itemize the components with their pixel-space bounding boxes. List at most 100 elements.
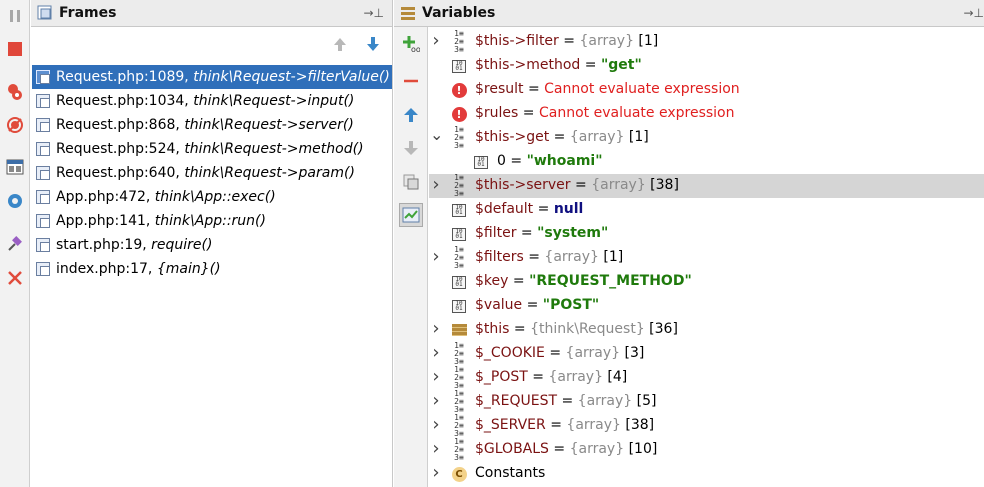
move-up-icon[interactable] — [403, 107, 419, 127]
show-watches-icon[interactable] — [399, 203, 423, 227]
variable-name: $this->method — [475, 57, 581, 73]
frame-icon — [36, 118, 50, 132]
variable-count: [4] — [602, 369, 628, 385]
variable-equals: = — [522, 297, 543, 313]
variable-row[interactable]: 10 01 0 = "whoami" — [429, 150, 984, 174]
variable-row[interactable]: › C Constants — [429, 462, 984, 486]
frame-method: think\Request->filterValue() — [193, 69, 390, 85]
variable-name: $this — [475, 321, 510, 337]
frame-location: Request.php:524, — [56, 141, 180, 157]
constants-icon: C — [451, 466, 467, 482]
expand-arrow-icon[interactable]: › — [430, 246, 442, 267]
pause-icon[interactable] — [4, 5, 26, 27]
move-down-icon[interactable] — [403, 140, 419, 160]
variable-row[interactable]: › 1≡ 2≡ 3≡ $this->server = {array} [38] — [429, 174, 984, 198]
variable-type: {think\Request} — [530, 321, 645, 337]
frame-item[interactable]: App.php:472, think\App::exec() — [32, 185, 392, 209]
restore-layout-icon[interactable] — [4, 156, 26, 178]
expand-arrow-icon[interactable]: › — [430, 342, 442, 363]
frames-icon — [37, 5, 52, 20]
variable-count: [1] — [624, 129, 649, 145]
frame-item[interactable]: Request.php:1034, think\Request->input() — [32, 89, 392, 113]
expand-arrow-icon[interactable]: › — [430, 318, 442, 339]
variable-row[interactable]: 10 01 $default = null — [429, 198, 984, 222]
pin-icon[interactable] — [4, 233, 26, 255]
variable-row[interactable]: › 1≡ 2≡ 3≡ $_POST = {array} [4] — [429, 366, 984, 390]
variable-value: "system" — [537, 225, 609, 241]
frame-icon — [36, 70, 50, 84]
remove-watch-icon[interactable] — [403, 73, 419, 93]
variable-name: $result — [475, 81, 524, 97]
variable-type: {array} — [544, 249, 599, 265]
variable-row[interactable]: › 1≡ 2≡ 3≡ $filters = {array} [1] — [429, 246, 984, 270]
variables-toolbar: oo — [394, 27, 428, 487]
variable-name: $default — [475, 201, 534, 217]
variable-equals: = — [544, 345, 566, 361]
expand-arrow-icon[interactable]: › — [430, 438, 442, 459]
frame-icon — [36, 262, 50, 276]
expand-arrow-icon[interactable]: › — [430, 462, 442, 483]
variable-row[interactable]: ⌄ 1≡ 2≡ 3≡ $this->get = {array} [1] — [429, 125, 984, 150]
variable-row[interactable]: › 1≡ 2≡ 3≡ $_SERVER = {array} [38] — [429, 414, 984, 438]
arrow-down-icon[interactable] — [365, 36, 381, 56]
array-icon: 1≡ 2≡ 3≡ — [454, 389, 464, 414]
frame-method: think\Request->server() — [184, 117, 354, 133]
variable-row[interactable]: 10 01 $this->method = "get" — [429, 54, 984, 78]
variable-type: {array} — [569, 129, 625, 145]
variable-value: "whoami" — [526, 153, 603, 169]
variable-row[interactable]: › $this = {think\Request} [36] — [429, 318, 984, 342]
variable-value: Cannot evaluate expression — [544, 81, 740, 97]
variable-name: $key — [475, 273, 509, 289]
frame-icon — [36, 94, 50, 108]
variable-equals: = — [580, 57, 601, 73]
expand-arrow-icon[interactable]: › — [430, 30, 442, 51]
variable-row[interactable]: ! $result = Cannot evaluate expression — [429, 78, 984, 102]
stop-icon[interactable] — [4, 38, 26, 60]
variable-row[interactable]: 10 01 $filter = "system" — [429, 222, 984, 246]
arrow-up-icon[interactable] — [332, 36, 348, 56]
hide-panel-icon[interactable]: →⊥ — [363, 6, 384, 20]
variable-value: "REQUEST_METHOD" — [529, 273, 692, 289]
frame-item[interactable]: Request.php:524, think\Request->method() — [32, 137, 392, 161]
object-icon — [451, 322, 467, 338]
close-icon[interactable] — [4, 267, 26, 289]
frame-item[interactable]: Request.php:868, think\Request->server() — [32, 113, 392, 137]
mute-breakpoints-icon[interactable] — [4, 114, 26, 136]
expand-arrow-icon[interactable]: › — [430, 390, 442, 411]
frame-item[interactable]: index.php:17, {main}() — [32, 257, 392, 281]
variable-type: {array} — [565, 345, 621, 361]
variable-row[interactable]: › 1≡ 2≡ 3≡ $_REQUEST = {array} [5] — [429, 390, 984, 414]
frame-item[interactable]: App.php:141, think\App::run() — [32, 209, 392, 233]
variable-type: {array} — [566, 417, 621, 433]
variable-row[interactable]: › 1≡ 2≡ 3≡ $GLOBALS = {array} [10] — [429, 438, 984, 462]
settings-icon[interactable] — [4, 190, 26, 212]
variable-count: [1] — [598, 249, 624, 265]
variable-equals: = — [545, 417, 567, 433]
frame-location: Request.php:868, — [56, 117, 180, 133]
variable-name: $rules — [475, 105, 519, 121]
frame-item[interactable]: Request.php:1089, think\Request->filterV… — [32, 65, 392, 89]
frame-location: index.php:17, — [56, 261, 153, 277]
variable-type: {array} — [591, 177, 646, 193]
variable-equals: = — [558, 33, 580, 49]
variable-row[interactable]: 10 01 $key = "REQUEST_METHOD" — [429, 270, 984, 294]
new-watch-icon[interactable]: oo — [402, 35, 421, 57]
copy-icon[interactable] — [403, 174, 419, 194]
variable-equals: = — [508, 273, 530, 289]
frame-method: think\App::run() — [154, 213, 266, 229]
expand-arrow-icon[interactable]: › — [430, 366, 442, 387]
variable-row[interactable]: › 1≡ 2≡ 3≡ $_COOKIE = {array} [3] — [429, 342, 984, 366]
variable-row[interactable]: › 1≡ 2≡ 3≡ $this->filter = {array} [1] — [429, 30, 984, 54]
expand-arrow-icon[interactable]: › — [430, 414, 442, 435]
array-icon: 1≡ 2≡ 3≡ — [454, 437, 464, 462]
variable-name: $_COOKIE — [475, 345, 545, 361]
view-breakpoints-icon[interactable] — [4, 81, 26, 103]
variable-row[interactable]: 10 01 $value = "POST" — [429, 294, 984, 318]
frame-item[interactable]: Request.php:640, think\Request->param() — [32, 161, 392, 185]
expand-arrow-icon[interactable]: › — [430, 174, 442, 195]
hide-variables-icon[interactable]: →⊥ — [963, 6, 984, 20]
variable-row[interactable]: ! $rules = Cannot evaluate expression — [429, 102, 984, 126]
frame-item[interactable]: start.php:19, require() — [32, 233, 392, 257]
collapse-arrow-icon[interactable]: ⌄ — [430, 125, 443, 144]
variables-panel: Variables →⊥ › 1≡ 2≡ 3≡ $this->filter = {arr… — [394, 0, 984, 487]
